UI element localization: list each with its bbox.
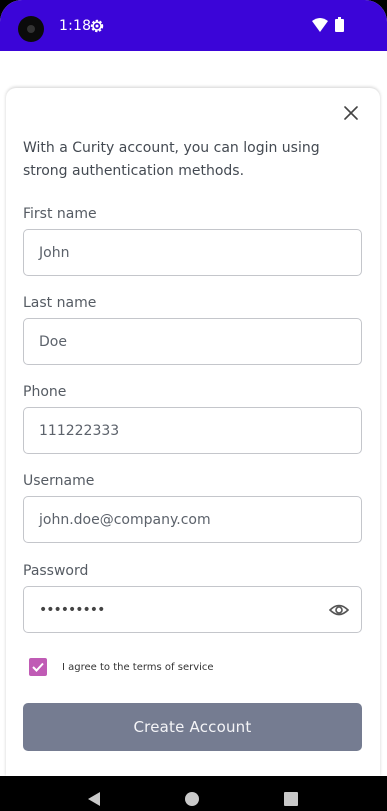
close-icon bbox=[344, 106, 358, 120]
back-icon[interactable] bbox=[87, 791, 101, 807]
eye-icon[interactable] bbox=[329, 601, 349, 619]
settings-icon bbox=[90, 19, 104, 33]
last-name-value: Doe bbox=[39, 333, 67, 350]
phone-field[interactable]: 111222333 bbox=[23, 407, 362, 454]
intro-text: With a Curity account, you can login usi… bbox=[23, 140, 320, 179]
last-name-field[interactable]: Doe bbox=[23, 318, 362, 365]
username-label: Username bbox=[23, 473, 95, 489]
phone-screen: 1:18 With a Curity account, you can logi… bbox=[0, 0, 387, 811]
recents-icon[interactable] bbox=[284, 792, 298, 806]
terms-checkbox[interactable] bbox=[29, 658, 47, 676]
camera-icon bbox=[18, 16, 44, 42]
battery-icon bbox=[335, 17, 344, 32]
password-label: Password bbox=[23, 563, 89, 579]
status-bar: 1:18 bbox=[0, 0, 387, 51]
close-button[interactable] bbox=[340, 102, 362, 124]
status-time: 1:18 bbox=[59, 18, 92, 34]
wifi-icon bbox=[312, 18, 328, 32]
phone-value: 111222333 bbox=[39, 422, 120, 439]
first-name-value: John bbox=[39, 244, 70, 261]
last-name-label: Last name bbox=[23, 295, 97, 311]
phone-label: Phone bbox=[23, 384, 67, 400]
app-background bbox=[0, 51, 387, 91]
home-icon[interactable] bbox=[185, 792, 199, 806]
password-value: ••••••••• bbox=[39, 601, 105, 618]
username-value: john.doe@company.com bbox=[39, 511, 211, 528]
first-name-field[interactable]: John bbox=[23, 229, 362, 276]
first-name-label: First name bbox=[23, 206, 97, 222]
username-field[interactable]: john.doe@company.com bbox=[23, 496, 362, 543]
create-account-button[interactable]: Create Account bbox=[23, 703, 362, 751]
terms-label: I agree to the terms of service bbox=[62, 662, 214, 673]
password-field[interactable]: ••••••••• bbox=[23, 586, 362, 633]
check-icon bbox=[32, 662, 44, 672]
